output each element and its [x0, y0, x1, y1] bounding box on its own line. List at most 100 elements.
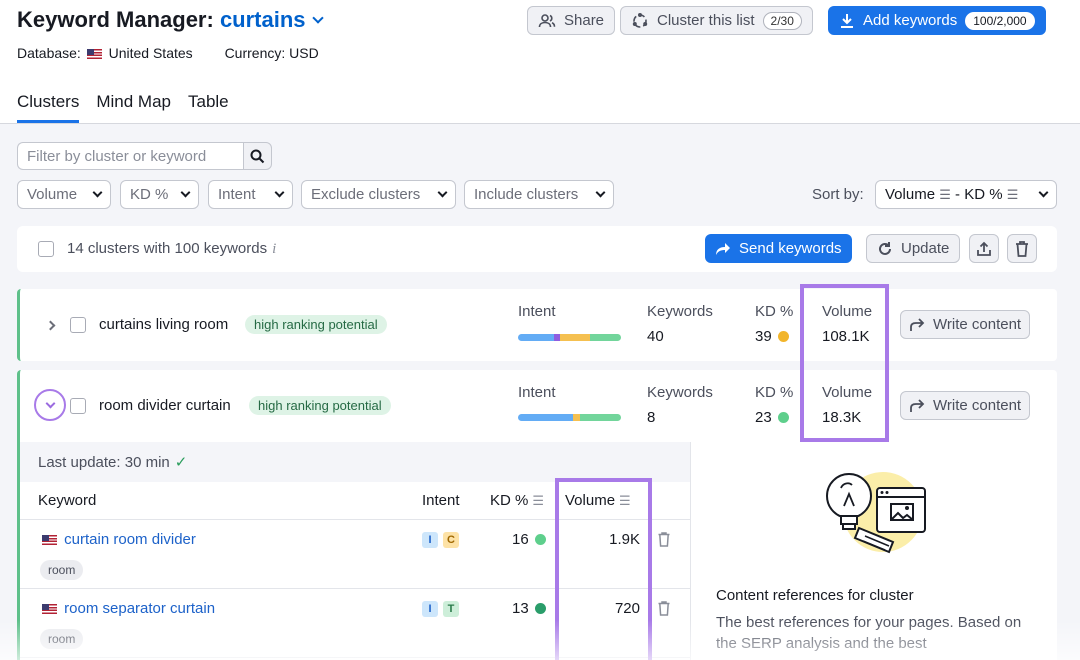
keyword-link[interactable]: room separator curtain	[40, 600, 215, 617]
ranking-potential-badge: high ranking potential	[245, 315, 387, 334]
kd-filter-label: KD %	[130, 186, 169, 203]
tab-mind-map[interactable]: Mind Map	[96, 92, 171, 123]
export-button[interactable]	[969, 234, 999, 263]
write-content-label: Write content	[933, 397, 1022, 414]
tab-table[interactable]: Table	[188, 92, 229, 123]
kd-value: 39	[755, 328, 789, 345]
select-all-checkbox[interactable]	[38, 241, 54, 257]
expand-button[interactable]	[38, 313, 62, 337]
check-icon: ✓	[174, 454, 188, 471]
kd-dot-icon	[534, 534, 546, 545]
intent-label: Intent	[518, 384, 556, 401]
last-update-text: Last update: 30 min	[38, 454, 170, 471]
cluster-name[interactable]: curtains living room	[99, 316, 228, 333]
intent-filter-label: Intent	[218, 186, 256, 203]
share-button[interactable]: Share	[527, 6, 616, 35]
cluster-count-badge: 2/30	[762, 11, 802, 30]
send-keywords-button[interactable]: Send keywords	[705, 234, 852, 263]
search-button[interactable]	[243, 142, 272, 170]
exclude-clusters-filter[interactable]: Exclude clusters	[301, 180, 456, 209]
keyword-tag[interactable]: room	[40, 560, 84, 580]
cluster-row: curtains living room high ranking potent…	[17, 289, 1057, 361]
write-content-button[interactable]: Write content	[900, 391, 1031, 420]
sort-asc-icon: ☰	[1006, 187, 1019, 202]
chevron-down-icon	[45, 398, 55, 408]
info-icon[interactable]: i	[272, 241, 276, 257]
trash-icon[interactable]	[658, 532, 670, 547]
sort-select[interactable]: Volume ☰ - KD % ☰	[875, 180, 1057, 209]
cluster-name[interactable]: room divider curtain	[99, 397, 231, 414]
search-icon	[250, 149, 265, 163]
kd-column-header[interactable]: KD % ☰	[490, 492, 544, 509]
content-references-description: The best references for your pages. Base…	[716, 614, 1022, 652]
chevron-right-icon	[45, 320, 55, 330]
keyword-tag[interactable]: room	[40, 629, 84, 649]
content-references-panel: Content references for cluster The best …	[691, 442, 1057, 660]
chevron-down-icon	[180, 187, 191, 198]
us-flag-icon	[42, 535, 57, 545]
download-icon	[841, 13, 853, 28]
keyword-text: room separator curtain	[64, 600, 216, 617]
keyword-text: curtain room divider	[64, 531, 196, 548]
kd-number: 13	[512, 600, 529, 617]
users-icon	[538, 13, 556, 27]
last-update-bar: Last update: 30 min ✓	[20, 442, 690, 482]
content-references-title: Content references for cluster	[716, 587, 914, 604]
database-label: Database:	[17, 45, 81, 61]
intent-filter[interactable]: Intent	[208, 180, 293, 209]
update-label: Update	[901, 240, 950, 257]
add-keywords-button[interactable]: Add keywords 100/2,000	[828, 6, 1046, 35]
intent-column-header: Intent	[422, 492, 460, 509]
intent-badge-transactional: T	[443, 601, 459, 617]
kd-number: 39	[755, 328, 772, 345]
volume-filter[interactable]: Volume	[17, 180, 111, 209]
chevron-down-icon	[1038, 187, 1049, 198]
us-flag-icon	[86, 49, 102, 59]
share-label: Share	[564, 12, 605, 29]
kd-value: 16	[512, 531, 546, 548]
kd-dot-icon	[777, 412, 789, 423]
keyword-column-header[interactable]: Keyword	[38, 492, 96, 509]
intent-label: Intent	[518, 303, 556, 320]
page-header: Keyword Manager: curtains Database: Unit…	[0, 0, 1080, 124]
chevron-down-icon	[437, 187, 448, 198]
cluster-label: Cluster this list	[657, 12, 755, 29]
keywords-label: Keywords	[647, 384, 713, 401]
keywords-count: 40	[647, 328, 664, 345]
trash-icon[interactable]	[658, 601, 670, 616]
kd-filter[interactable]: KD %	[120, 180, 199, 209]
keyword-link[interactable]: curtain room divider	[40, 531, 196, 548]
title-prefix: Keyword Manager:	[17, 7, 220, 32]
cluster-list-button[interactable]: Cluster this list 2/30	[620, 6, 813, 35]
forward-arrow-icon	[910, 317, 925, 331]
cluster-checkbox[interactable]	[70, 317, 86, 333]
update-button[interactable]: Update	[866, 234, 961, 263]
clusters-toolbar: 14 clusters with 100 keywords i Send keyw…	[17, 226, 1057, 272]
intent-bar	[518, 334, 621, 341]
volume-column-highlight-box	[555, 478, 652, 660]
intent-badge-commercial: C	[443, 532, 459, 548]
currency-label: Currency: USD	[224, 45, 319, 61]
exclude-clusters-label: Exclude clusters	[311, 186, 421, 203]
delete-button[interactable]	[1007, 234, 1037, 263]
intent-bar	[518, 414, 621, 421]
cluster-checkbox[interactable]	[70, 398, 86, 414]
chevron-down-icon[interactable]	[311, 12, 324, 24]
trash-icon	[1016, 240, 1028, 257]
filter-input[interactable]	[17, 142, 243, 170]
keywords-label: Keywords	[647, 303, 713, 320]
include-clusters-filter[interactable]: Include clusters	[464, 180, 614, 209]
cluster-icon	[632, 12, 648, 28]
chevron-down-icon	[92, 187, 103, 198]
sort-desc-icon: ☰	[939, 187, 951, 202]
volume-highlight-box	[800, 284, 889, 442]
collapse-button[interactable]	[34, 389, 66, 421]
clusters-summary: 14 clusters with 100 keywords i	[67, 240, 276, 258]
tab-clusters[interactable]: Clusters	[17, 92, 80, 123]
forward-arrow-icon	[910, 398, 925, 412]
project-selector[interactable]: curtains	[220, 7, 306, 32]
cluster-row-expanded: room divider curtain high ranking potent…	[17, 370, 1057, 442]
write-content-button[interactable]: Write content	[900, 310, 1031, 339]
database-value: United States	[108, 45, 193, 61]
database-info: Database: United States Currency: USD	[17, 45, 319, 61]
